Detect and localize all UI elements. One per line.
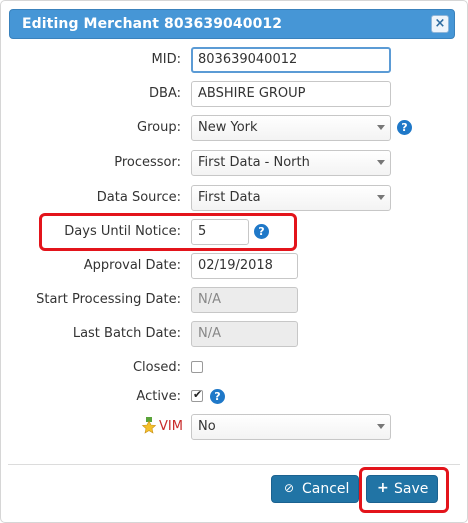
- mid-input[interactable]: 803639040012: [191, 47, 391, 73]
- cancel-icon: ⊘: [284, 481, 295, 495]
- processor-select[interactable]: First Data - North: [191, 150, 391, 176]
- group-select-value: New York: [198, 120, 258, 135]
- processor-select-value: First Data - North: [198, 155, 310, 170]
- mid-row: MID: 803639040012: [1, 47, 467, 73]
- data-source-select-value: First Data: [198, 190, 261, 205]
- days-until-notice-row: Days Until Notice: 5 ?: [1, 219, 467, 245]
- dba-row: DBA: ABSHIRE GROUP: [1, 81, 467, 107]
- start-processing-date-row: Start Processing Date: N/A: [1, 287, 467, 313]
- approval-date-row: Approval Date: 02/19/2018: [1, 253, 467, 279]
- days-until-notice-input[interactable]: 5: [191, 219, 249, 245]
- chevron-down-icon: [377, 125, 385, 130]
- dba-input[interactable]: ABSHIRE GROUP: [191, 81, 391, 107]
- group-select[interactable]: New York: [191, 115, 391, 141]
- help-icon[interactable]: ?: [397, 120, 412, 135]
- edit-merchant-dialog: Editing Merchant 803639040012 × MID: 803…: [0, 0, 468, 523]
- cancel-button[interactable]: ⊘ Cancel: [271, 475, 359, 503]
- days-until-notice-label: Days Until Notice:: [64, 224, 181, 239]
- close-icon[interactable]: ×: [431, 15, 449, 33]
- vim-label: VIM: [159, 419, 183, 434]
- approval-date-input[interactable]: 02/19/2018: [191, 253, 298, 279]
- dba-label: DBA:: [149, 86, 181, 101]
- closed-row: Closed:: [1, 355, 467, 381]
- plus-icon: +: [377, 480, 389, 496]
- closed-checkbox[interactable]: [191, 361, 203, 373]
- cancel-button-label: Cancel: [302, 481, 350, 497]
- chevron-down-icon: [377, 160, 385, 165]
- dialog-title-bar: Editing Merchant 803639040012 ×: [9, 9, 455, 39]
- award-icon: [141, 417, 157, 434]
- group-label: Group:: [137, 120, 181, 135]
- vim-row: VIM No: [1, 414, 467, 440]
- help-icon[interactable]: ?: [210, 389, 225, 404]
- group-row: Group: New York ?: [1, 115, 467, 141]
- data-source-row: Data Source: First Data: [1, 185, 467, 211]
- save-button-label: Save: [394, 481, 429, 497]
- vim-select-value: No: [198, 419, 216, 434]
- start-processing-date-input: N/A: [191, 287, 298, 313]
- dialog-title: Editing Merchant 803639040012: [22, 16, 283, 32]
- chevron-down-icon: [377, 195, 385, 200]
- active-checkbox[interactable]: ✔: [191, 388, 203, 402]
- start-processing-date-label: Start Processing Date:: [36, 292, 181, 307]
- active-label: Active:: [136, 389, 181, 404]
- vim-select[interactable]: No: [191, 414, 391, 440]
- last-batch-date-row: Last Batch Date: N/A: [1, 321, 467, 347]
- chevron-down-icon: [377, 424, 385, 429]
- data-source-select[interactable]: First Data: [191, 185, 391, 211]
- approval-date-label: Approval Date:: [83, 258, 181, 273]
- help-icon[interactable]: ?: [254, 224, 269, 239]
- footer-divider: [8, 464, 460, 465]
- processor-row: Processor: First Data - North: [1, 150, 467, 176]
- data-source-label: Data Source:: [96, 190, 181, 205]
- mid-label: MID:: [151, 52, 181, 67]
- active-row: Active: ✔ ?: [1, 384, 467, 410]
- last-batch-date-label: Last Batch Date:: [72, 326, 181, 341]
- last-batch-date-input: N/A: [191, 321, 298, 347]
- save-button[interactable]: + Save: [366, 475, 438, 503]
- checkmark-icon: ✔: [193, 388, 203, 401]
- closed-label: Closed:: [132, 360, 181, 375]
- processor-label: Processor:: [114, 155, 181, 170]
